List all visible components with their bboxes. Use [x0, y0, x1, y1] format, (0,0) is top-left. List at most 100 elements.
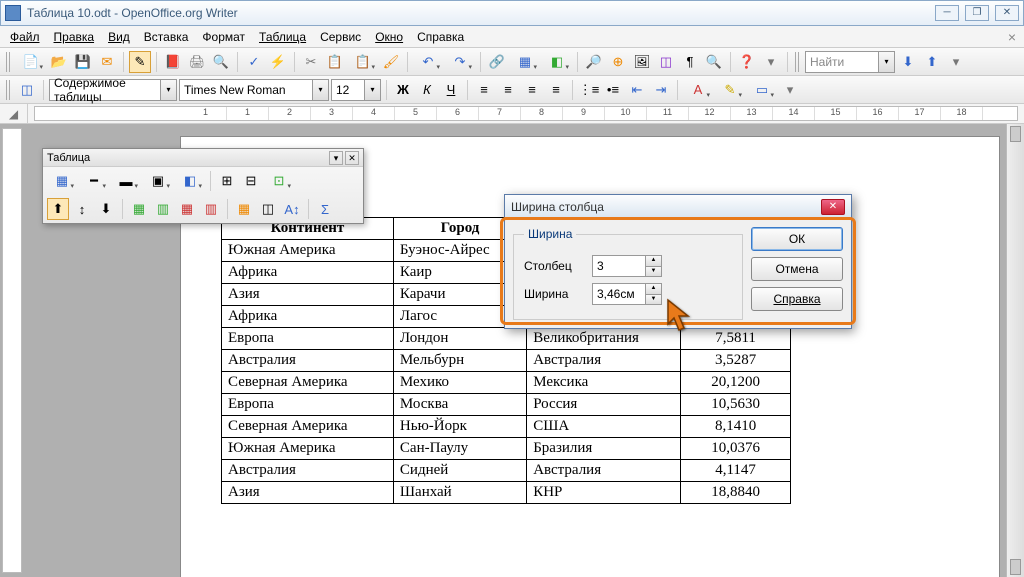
- bg-color-button[interactable]: ◧: [175, 170, 205, 192]
- decrease-indent-button[interactable]: ⇤: [626, 79, 648, 101]
- table-insert-button[interactable]: ▦: [47, 170, 77, 192]
- open-button[interactable]: 📂: [48, 51, 70, 73]
- table-row[interactable]: АзияШанхайКНР18,8840: [222, 482, 791, 504]
- whats-this-button[interactable]: ▾: [760, 51, 782, 73]
- numbered-list-button[interactable]: ⋮≡: [578, 79, 600, 101]
- table-cell[interactable]: Азия: [222, 482, 394, 504]
- align-bottom-button[interactable]: ⬇: [95, 198, 117, 220]
- autospell-button[interactable]: ⚡: [267, 51, 289, 73]
- insert-row-button[interactable]: ▦: [128, 198, 150, 220]
- menu-file[interactable]: Файл: [4, 28, 46, 46]
- toolbar-grip[interactable]: [795, 52, 801, 72]
- table-cell[interactable]: Австралия: [222, 460, 394, 482]
- table-cell[interactable]: Великобритания: [527, 328, 681, 350]
- export-pdf-button[interactable]: 📕: [162, 51, 184, 73]
- menu-help[interactable]: Справка: [411, 28, 470, 46]
- spin-down-icon[interactable]: ▼: [645, 295, 661, 305]
- menu-insert[interactable]: Вставка: [138, 28, 195, 46]
- table-cell[interactable]: Нью-Йорк: [393, 416, 526, 438]
- table-cell[interactable]: 8,1410: [681, 416, 791, 438]
- table-row[interactable]: Южная АмерикаСан-ПаулуБразилия10,0376: [222, 438, 791, 460]
- merge-cells-button[interactable]: ⊞: [216, 170, 238, 192]
- styles-button[interactable]: ◫: [16, 79, 38, 101]
- find-replace-button[interactable]: 🔎: [583, 51, 605, 73]
- maximize-button[interactable]: ❐: [965, 5, 989, 21]
- line-style-button[interactable]: ━: [79, 170, 109, 192]
- dialog-title-bar[interactable]: Ширина столбца ✕: [505, 195, 851, 219]
- toolbar-grip[interactable]: [6, 52, 12, 72]
- underline-button[interactable]: Ч: [440, 79, 462, 101]
- dialog-close-button[interactable]: ✕: [821, 199, 845, 215]
- hyperlink-button[interactable]: 🔗: [486, 51, 508, 73]
- table-cell[interactable]: Сидней: [393, 460, 526, 482]
- borders-button[interactable]: ▣: [143, 170, 173, 192]
- align-middle-button[interactable]: ↕: [71, 198, 93, 220]
- paragraph-style-combo[interactable]: Содержимое таблицы▾: [49, 79, 177, 101]
- navigator-button[interactable]: ⊕: [607, 51, 629, 73]
- ok-button[interactable]: ОК: [751, 227, 843, 251]
- undo-button[interactable]: ↶: [413, 51, 443, 73]
- split-cells-button[interactable]: ⊟: [240, 170, 262, 192]
- cut-button[interactable]: ✂: [300, 51, 322, 73]
- table-cell[interactable]: Азия: [222, 284, 394, 306]
- data-sources-button[interactable]: ◫: [655, 51, 677, 73]
- toolbar-grip[interactable]: [6, 80, 12, 100]
- align-center-button[interactable]: ≡: [497, 79, 519, 101]
- vertical-ruler[interactable]: [2, 128, 22, 573]
- table-row[interactable]: Северная АмерикаНью-ЙоркСША8,1410: [222, 416, 791, 438]
- toolbar-overflow[interactable]: ▾: [779, 79, 801, 101]
- table-cell[interactable]: 7,5811: [681, 328, 791, 350]
- document-close-icon[interactable]: ×: [1008, 29, 1020, 45]
- zoom-button[interactable]: 🔍: [703, 51, 725, 73]
- table-cell[interactable]: Африка: [222, 306, 394, 328]
- gallery-button[interactable]: 🖼: [631, 51, 653, 73]
- increase-indent-button[interactable]: ⇥: [650, 79, 672, 101]
- table-row[interactable]: ЕвропаМоскваРоссия10,5630: [222, 394, 791, 416]
- find-prev-button[interactable]: ⬆: [921, 51, 943, 73]
- menu-window[interactable]: Окно: [369, 28, 409, 46]
- table-cell[interactable]: Африка: [222, 262, 394, 284]
- table-cell[interactable]: Северная Америка: [222, 372, 394, 394]
- cancel-button[interactable]: Отмена: [751, 257, 843, 281]
- minimize-button[interactable]: ─: [935, 5, 959, 21]
- find-combo[interactable]: Найти ▾: [805, 51, 895, 73]
- table-cell[interactable]: 3,5287: [681, 350, 791, 372]
- font-size-combo[interactable]: 12▾: [331, 79, 381, 101]
- italic-button[interactable]: К: [416, 79, 438, 101]
- table-cell[interactable]: Россия: [527, 394, 681, 416]
- table-cell[interactable]: Южная Америка: [222, 240, 394, 262]
- find-next-button[interactable]: ⬇: [897, 51, 919, 73]
- table-cell[interactable]: Шанхай: [393, 482, 526, 504]
- table-cell[interactable]: Бразилия: [527, 438, 681, 460]
- bullet-list-button[interactable]: •≡: [602, 79, 624, 101]
- highlight-button[interactable]: ✎: [715, 79, 745, 101]
- line-color-button[interactable]: ▬: [111, 170, 141, 192]
- toolbar-dropdown-icon[interactable]: ▾: [329, 151, 343, 165]
- align-justify-button[interactable]: ≡: [545, 79, 567, 101]
- nonprinting-button[interactable]: ¶: [679, 51, 701, 73]
- table-props-button[interactable]: ◫: [257, 198, 279, 220]
- table-row[interactable]: АвстралияМельбурнАвстралия3,5287: [222, 350, 791, 372]
- table-cell[interactable]: Южная Америка: [222, 438, 394, 460]
- align-right-button[interactable]: ≡: [521, 79, 543, 101]
- width-spinbox[interactable]: 3,46см ▲▼: [592, 283, 662, 305]
- table-row[interactable]: Северная АмерикаМехикоМексика20,1200: [222, 372, 791, 394]
- menu-edit[interactable]: Правка: [48, 28, 101, 46]
- spellcheck-button[interactable]: ✓: [243, 51, 265, 73]
- show-draw-button[interactable]: ◧: [542, 51, 572, 73]
- insert-col-button[interactable]: ▥: [152, 198, 174, 220]
- email-button[interactable]: ✉: [96, 51, 118, 73]
- table-row[interactable]: АвстралияСиднейАвстралия4,1147: [222, 460, 791, 482]
- table-cell[interactable]: КНР: [527, 482, 681, 504]
- paste-button[interactable]: 📋: [348, 51, 378, 73]
- table-cell[interactable]: 20,1200: [681, 372, 791, 394]
- table-cell[interactable]: Австралия: [222, 350, 394, 372]
- table-row[interactable]: ЕвропаЛондонВеликобритания7,5811: [222, 328, 791, 350]
- help-button[interactable]: Справка: [751, 287, 843, 311]
- table-cell[interactable]: 10,0376: [681, 438, 791, 460]
- new-document-button[interactable]: 📄: [16, 51, 46, 73]
- font-color-button[interactable]: A: [683, 79, 713, 101]
- optimize-button[interactable]: ⊡: [264, 170, 294, 192]
- spin-down-icon[interactable]: ▼: [645, 267, 661, 277]
- sort-button[interactable]: A↕: [281, 198, 303, 220]
